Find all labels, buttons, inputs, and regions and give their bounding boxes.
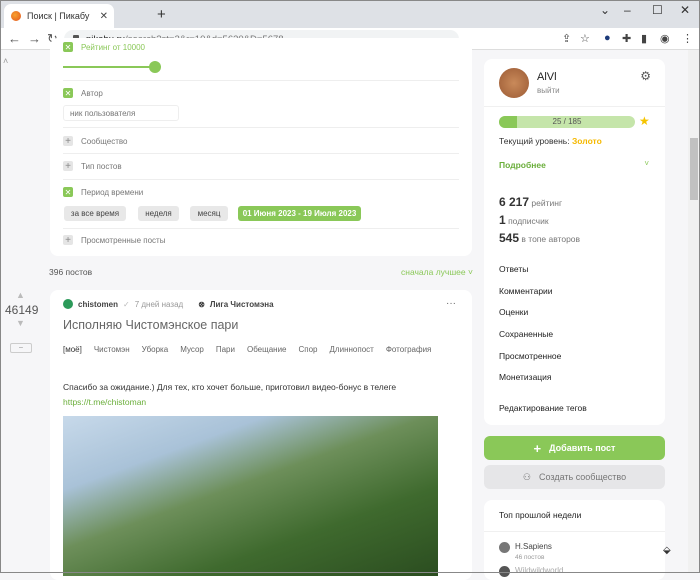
star-icon: ★	[639, 114, 650, 128]
menu-edit-tags[interactable]: Редактирование тегов	[499, 403, 587, 413]
plus-icon: +	[533, 440, 542, 456]
post-link[interactable]: https://t.me/chistoman	[63, 397, 146, 407]
post-time: 7 дней назад	[134, 299, 184, 309]
tab-title: Поиск | Пикабу	[27, 11, 90, 21]
pikabu-favicon-icon	[11, 11, 21, 21]
settings-gear-icon[interactable]: ⚙	[640, 69, 651, 83]
post-photo	[63, 416, 438, 576]
chevron-down-icon[interactable]: ˅	[644, 159, 649, 168]
share-icon[interactable]: ⇪	[562, 32, 571, 45]
period-custom-range[interactable]: 01 Июня 2023 - 19 Июля 2023	[238, 206, 361, 221]
verified-icon: ✓	[123, 299, 130, 309]
menu-monetization[interactable]: Монетизация	[499, 372, 552, 382]
profile-stats: 6 217 рейтинг 1 подписчик 545 в топе авт…	[499, 195, 581, 245]
extension-icon[interactable]: ●	[604, 32, 611, 44]
create-community-button[interactable]: ⚇ Создать сообщество	[484, 465, 665, 489]
new-tab-button[interactable]: +	[157, 6, 166, 23]
user-avatar	[499, 566, 510, 577]
puzzle-icon[interactable]: ✚	[622, 32, 631, 45]
tab-bar: Поиск | Пикабу ✕ + ⌄ – ☐ ✕	[0, 0, 700, 28]
post-type-expand[interactable]: +	[63, 161, 73, 172]
top-week-title: Топ прошлой недели	[499, 510, 582, 520]
results-count: 396 постов	[49, 267, 93, 277]
period-all-time[interactable]: за все время	[64, 206, 126, 221]
menu-viewed[interactable]: Просмотренное	[499, 351, 561, 361]
profile-card: AlVl выйти ⚙ 25 / 185 ★ Текущий уровень:…	[484, 59, 665, 425]
post-tags: [моё] Чистомэн Уборка Мусор Пари Обещание Спор…	[63, 345, 431, 354]
viewed-expand[interactable]: +	[63, 235, 73, 246]
search-filters: ✕Рейтинг от 10000 ✕Автор +Сообщество +Ти…	[50, 38, 472, 256]
period-checkbox[interactable]: ✕	[63, 187, 73, 197]
more-options-icon[interactable]: ···	[446, 298, 456, 309]
top-user-name[interactable]: H.Sapiens	[515, 542, 552, 551]
menu-saved[interactable]: Сохраненные	[499, 329, 553, 339]
period-month[interactable]: месяц	[190, 206, 228, 221]
menu-answers[interactable]: Ответы	[499, 264, 528, 274]
maximize-button[interactable]: ☐	[652, 3, 663, 17]
post-rating: 46149	[5, 303, 39, 317]
tag[interactable]: Уборка	[142, 345, 169, 354]
menu-icon[interactable]: ⋮	[682, 32, 693, 45]
author-input[interactable]	[63, 105, 179, 121]
tag[interactable]: Мусор	[180, 345, 204, 354]
scroll-up-icon[interactable]: ˄	[3, 56, 8, 66]
author-checkbox[interactable]: ✕	[63, 88, 73, 98]
tag[interactable]: Фотография	[386, 345, 432, 354]
post-community[interactable]: Лига Чистомэна	[210, 300, 274, 309]
rating-slider-track[interactable]	[63, 66, 155, 68]
period-week[interactable]: неделя	[138, 206, 179, 221]
user-avatar	[499, 542, 510, 553]
rating-slider-handle[interactable]	[149, 61, 161, 73]
tag[interactable]: [моё]	[63, 345, 82, 354]
profile-icon[interactable]: ◉	[660, 32, 670, 45]
tag[interactable]: Обещание	[247, 345, 287, 354]
upvote-icon[interactable]: ▲	[16, 290, 25, 300]
post-title[interactable]: Исполняю Чистомэнское пари	[63, 318, 238, 332]
level-progress-bar: 25 / 185	[499, 116, 635, 128]
close-tab-icon[interactable]: ✕	[100, 11, 108, 22]
logout-link[interactable]: выйти	[537, 86, 560, 95]
menu-comments[interactable]: Комментарии	[499, 286, 553, 296]
current-level: Текущий уровень: Золото	[499, 136, 602, 146]
community-expand[interactable]: +	[63, 136, 73, 147]
add-post-button[interactable]: + Добавить пост	[484, 436, 665, 460]
menu-ratings[interactable]: Оценки	[499, 307, 528, 317]
post-author[interactable]: chistomen	[78, 300, 118, 309]
collapse-post-button[interactable]: –	[10, 343, 32, 353]
profile-name[interactable]: AlVl	[537, 71, 557, 83]
tag[interactable]: Пари	[216, 345, 235, 354]
top-user-name[interactable]: Wildwildworld	[515, 566, 563, 575]
back-icon[interactable]: ←	[8, 31, 21, 46]
top-user-posts: 46 постов	[515, 554, 545, 561]
post-text: Спасибо за ожидание.) Для тех, кто хочет…	[63, 382, 397, 392]
tag[interactable]: Длиннопост	[330, 345, 374, 354]
avatar[interactable]	[499, 68, 529, 98]
paint-bucket-icon[interactable]: ⬙	[663, 545, 671, 556]
users-icon: ⚇	[522, 471, 531, 482]
post-card: chistomen ✓ 7 дней назад ⊗ Лига Чистомэн…	[50, 290, 472, 580]
sort-dropdown[interactable]: сначала лучшее ˅	[401, 267, 473, 277]
community-icon: ⊗	[198, 299, 205, 309]
bookmark-star-icon[interactable]: ☆	[580, 32, 590, 45]
tag[interactable]: Чистомэн	[94, 345, 130, 354]
browser-tab[interactable]: Поиск | Пикабу ✕	[4, 4, 114, 28]
author-avatar	[63, 299, 73, 309]
sidepanel-icon[interactable]: ▮	[641, 32, 647, 45]
tag[interactable]: Спор	[299, 345, 318, 354]
minimize-button[interactable]: –	[624, 3, 631, 17]
downvote-icon[interactable]: ▼	[16, 318, 25, 328]
scrollbar[interactable]	[688, 50, 700, 573]
top-week-card: Топ прошлой недели H.Sapiens 46 постов W…	[484, 500, 665, 580]
forward-icon[interactable]: →	[28, 31, 41, 46]
more-link[interactable]: Подробнее	[499, 160, 546, 170]
close-window-button[interactable]: ✕	[680, 3, 690, 17]
tab-search-icon[interactable]: ⌄	[600, 3, 610, 17]
